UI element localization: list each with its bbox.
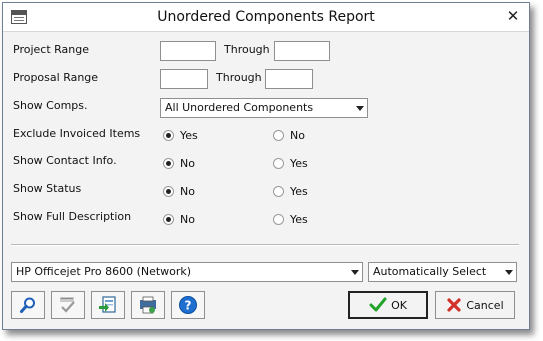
show-comps-value: All Unordered Components [165,101,314,114]
chevron-down-icon [505,270,513,275]
radio-label: Yes [290,212,308,226]
spellcheck-button[interactable] [51,291,85,319]
radio-label: Yes [180,128,198,142]
proposal-through-label: Through [216,71,262,84]
show-contact-no-radio[interactable]: No [163,155,195,171]
show-contact-yes-radio[interactable]: Yes [273,155,308,171]
radio-label: Yes [290,184,308,198]
exclude-invoiced-yes-radio[interactable]: Yes [163,127,198,143]
preview-button[interactable] [11,291,45,319]
print-setup-icon [140,296,156,314]
proposal-range-to-input[interactable] [265,69,313,89]
radio-label: No [180,212,195,226]
project-range-label: Project Range [13,43,89,56]
show-comps-label: Show Comps. [13,99,88,112]
help-icon: ? [179,296,197,314]
exclude-invoiced-no-radio[interactable]: No [273,127,305,143]
export-button[interactable] [91,291,125,319]
radio-checked-icon [163,129,174,141]
show-comps-select[interactable]: All Unordered Components [160,98,368,118]
show-full-description-label: Show Full Description [13,210,132,223]
show-full-description-yes-radio[interactable]: Yes [273,211,308,227]
proposal-range-label: Proposal Range [13,71,99,84]
export-icon [99,296,116,313]
radio-checked-icon [163,157,174,169]
radio-unchecked-icon [273,157,284,169]
title-bar: Unordered Components Report ✕ [3,3,529,32]
show-status-label: Show Status [13,182,82,195]
show-status-yes-radio[interactable]: Yes [273,183,308,199]
radio-unchecked-icon [273,185,284,197]
radio-label: No [180,156,195,170]
radio-label: No [180,184,195,198]
checkmark-icon [369,297,387,312]
paper-tray-select[interactable]: Automatically Select [368,262,517,282]
project-range-to-input[interactable] [274,41,330,61]
cancel-button[interactable]: Cancel [435,291,515,319]
radio-checked-icon [163,185,174,197]
show-contact-label: Show Contact Info. [13,154,117,167]
report-dialog: Unordered Components Report ✕ Project Ra… [2,2,530,330]
chevron-down-icon [356,106,364,111]
project-through-label: Through [224,43,270,56]
help-button[interactable]: ? [171,291,205,319]
printer-select[interactable]: HP Officejet Pro 8600 (Network) [11,262,363,282]
project-range-from-input[interactable] [160,41,216,61]
show-full-description-no-radio[interactable]: No [163,211,195,227]
spellcheck-icon [60,297,75,313]
radio-unchecked-icon [273,129,284,141]
ok-label: OK [391,298,407,312]
ok-button[interactable]: OK [348,291,428,319]
radio-label: Yes [290,156,308,170]
radio-label: No [290,128,305,142]
show-status-no-radio[interactable]: No [163,183,195,199]
printer-value: HP Officejet Pro 8600 (Network) [16,265,192,278]
radio-unchecked-icon [273,213,284,225]
print-setup-button[interactable] [131,291,165,319]
chevron-down-icon [351,270,359,275]
exclude-invoiced-label: Exclude Invoiced Items [13,127,141,140]
cancel-label: Cancel [466,298,504,312]
cancel-x-icon [447,298,461,312]
svg-text:?: ? [185,299,192,313]
divider [11,244,519,246]
proposal-range-from-input[interactable] [160,69,208,89]
window-title: Unordered Components Report [157,9,375,25]
paper-tray-value: Automatically Select [373,265,487,278]
radio-checked-icon [163,213,174,225]
close-icon[interactable]: ✕ [503,7,523,25]
magnifier-icon [20,297,35,313]
